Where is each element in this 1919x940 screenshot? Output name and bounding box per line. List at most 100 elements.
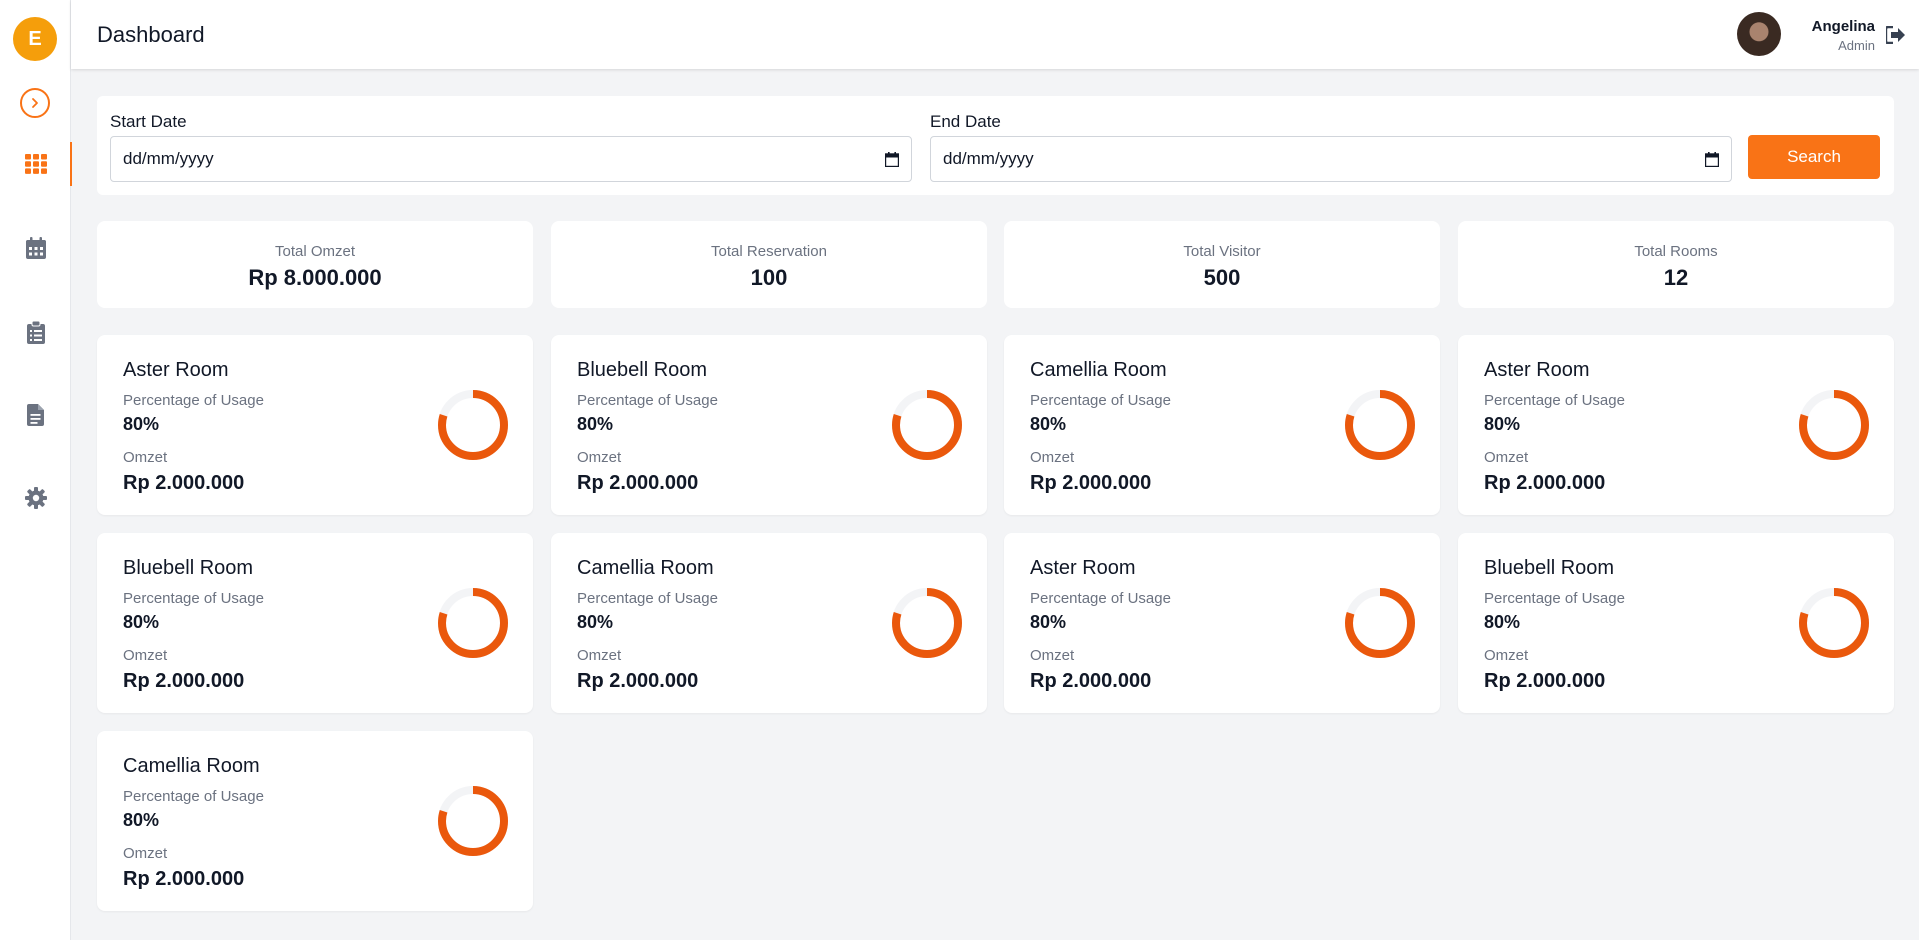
omzet-label: Omzet: [123, 845, 168, 862]
room-card[interactable]: Camellia Room Percentage of Usage 80% Omzet…: [97, 731, 533, 911]
omzet-value: Rp 2.000.000: [123, 868, 245, 890]
room-name: Bluebell Room: [577, 359, 708, 381]
calendar-picker-icon[interactable]: [1705, 151, 1719, 167]
calendar-icon: [25, 237, 46, 259]
usage-label: Percentage of Usage: [577, 590, 718, 607]
logout-icon: [1886, 26, 1905, 44]
usage-donut-chart: [438, 786, 508, 856]
usage-value: 80%: [1484, 612, 1521, 632]
end-date-label: End Date: [930, 112, 1001, 131]
usage-value: 80%: [1030, 612, 1067, 632]
usage-donut-chart: [892, 588, 962, 658]
omzet-label: Omzet: [577, 449, 622, 466]
omzet-value: Rp 2.000.000: [577, 472, 699, 494]
usage-value: 80%: [577, 414, 614, 434]
omzet-value: Rp 2.000.000: [123, 472, 245, 494]
stat-value: 500: [1203, 265, 1241, 290]
usage-label: Percentage of Usage: [1484, 590, 1625, 607]
stat-label: Total Visitor: [1183, 243, 1261, 260]
omzet-label: Omzet: [1484, 647, 1529, 664]
room-name: Bluebell Room: [1484, 557, 1615, 579]
stat-card-total-reservation: Total Reservation 100: [551, 221, 987, 308]
sidebar-toggle-button[interactable]: [20, 88, 50, 118]
room-card[interactable]: Camellia Room Percentage of Usage 80% Omzet…: [1004, 335, 1440, 515]
user-name: Angelina: [1811, 18, 1875, 35]
usage-donut-chart: [1345, 390, 1415, 460]
omzet-value: Rp 2.000.000: [1484, 472, 1606, 494]
grid-icon: [24, 154, 47, 174]
stat-card-total-omzet: Total Omzet Rp 8.000.000: [97, 221, 533, 308]
room-name: Aster Room: [1484, 359, 1590, 381]
sidebar-item-dashboard[interactable]: [0, 142, 72, 186]
sidebar: E: [0, 0, 72, 940]
search-button[interactable]: Search: [1748, 135, 1880, 179]
room-card[interactable]: Bluebell Room Percentage of Usage 80% Omzet…: [97, 533, 533, 713]
calendar-picker-icon[interactable]: [885, 151, 899, 167]
usage-value: 80%: [123, 612, 160, 632]
usage-label: Percentage of Usage: [577, 392, 718, 409]
omzet-label: Omzet: [1484, 449, 1529, 466]
sidebar-item-documents[interactable]: [0, 393, 71, 437]
logout-button[interactable]: [1883, 22, 1909, 48]
usage-value: 80%: [577, 612, 614, 632]
sidebar-item-calendar[interactable]: [0, 226, 71, 270]
sidebar-item-settings[interactable]: [0, 476, 71, 520]
sidebar-item-reservations[interactable]: [0, 310, 71, 354]
room-name: Camellia Room: [123, 755, 260, 777]
stat-label: Total Omzet: [274, 243, 356, 260]
document-icon: [27, 404, 44, 426]
usage-donut-chart: [1799, 588, 1869, 658]
omzet-value: Rp 2.000.000: [577, 670, 699, 692]
start-date-input[interactable]: dd/mm/yyyy: [110, 136, 912, 182]
usage-value: 80%: [1484, 414, 1521, 434]
room-card[interactable]: Camellia Room Percentage of Usage 80% Omzet…: [551, 533, 987, 713]
room-card[interactable]: Bluebell Room Percentage of Usage 80% Omzet…: [1458, 533, 1894, 713]
page-title: Dashboard: [97, 22, 205, 47]
usage-donut-chart: [438, 588, 508, 658]
omzet-label: Omzet: [1030, 449, 1075, 466]
usage-label: Percentage of Usage: [123, 392, 264, 409]
usage-donut-chart: [892, 390, 962, 460]
stat-label: Total Rooms: [1634, 243, 1718, 260]
user-role: Admin: [1838, 38, 1875, 53]
room-card[interactable]: Aster Room Percentage of Usage 80% Omzet Rp …: [97, 335, 533, 515]
usage-label: Percentage of Usage: [123, 590, 264, 607]
app-logo[interactable]: E: [13, 17, 57, 61]
room-card[interactable]: Aster Room Percentage of Usage 80% Omzet Rp …: [1004, 533, 1440, 713]
usage-donut-chart: [438, 390, 508, 460]
omzet-value: Rp 2.000.000: [1030, 670, 1152, 692]
omzet-label: Omzet: [577, 647, 622, 664]
stat-value: Rp 8.000.000: [248, 265, 382, 290]
stat-card-total-rooms: Total Rooms 12: [1458, 221, 1894, 308]
user-avatar[interactable]: [1737, 12, 1781, 56]
usage-value: 80%: [123, 810, 160, 830]
stat-value: 100: [750, 265, 788, 290]
stat-card-total-visitor: Total Visitor 500: [1004, 221, 1440, 308]
room-card[interactable]: Bluebell Room Percentage of Usage 80% Omzet…: [551, 335, 987, 515]
omzet-label: Omzet: [123, 449, 168, 466]
room-name: Camellia Room: [577, 557, 714, 579]
room-name: Camellia Room: [1030, 359, 1167, 381]
end-date-placeholder: dd/mm/yyyy: [943, 149, 1034, 168]
room-card[interactable]: Aster Room Percentage of Usage 80% Omzet Rp …: [1458, 335, 1894, 515]
gear-icon: [24, 487, 47, 509]
date-filter-panel: Start Date dd/mm/yyyy End Date dd/mm/yyy…: [97, 96, 1894, 195]
top-header: Dashboard Angelina Admin: [71, 0, 1919, 69]
room-name: Aster Room: [1030, 557, 1136, 579]
start-date-placeholder: dd/mm/yyyy: [123, 149, 214, 168]
usage-donut-chart: [1799, 390, 1869, 460]
start-date-label: Start Date: [110, 112, 187, 131]
clipboard-icon: [26, 320, 45, 344]
chevron-right-icon: [32, 98, 38, 108]
usage-label: Percentage of Usage: [1030, 590, 1171, 607]
omzet-value: Rp 2.000.000: [1030, 472, 1152, 494]
usage-value: 80%: [1030, 414, 1067, 434]
room-name: Aster Room: [123, 359, 229, 381]
omzet-label: Omzet: [123, 647, 168, 664]
usage-value: 80%: [123, 414, 160, 434]
stat-label: Total Reservation: [711, 243, 827, 260]
end-date-input[interactable]: dd/mm/yyyy: [930, 136, 1732, 182]
omzet-value: Rp 2.000.000: [1484, 670, 1606, 692]
omzet-value: Rp 2.000.000: [123, 670, 245, 692]
room-name: Bluebell Room: [123, 557, 254, 579]
